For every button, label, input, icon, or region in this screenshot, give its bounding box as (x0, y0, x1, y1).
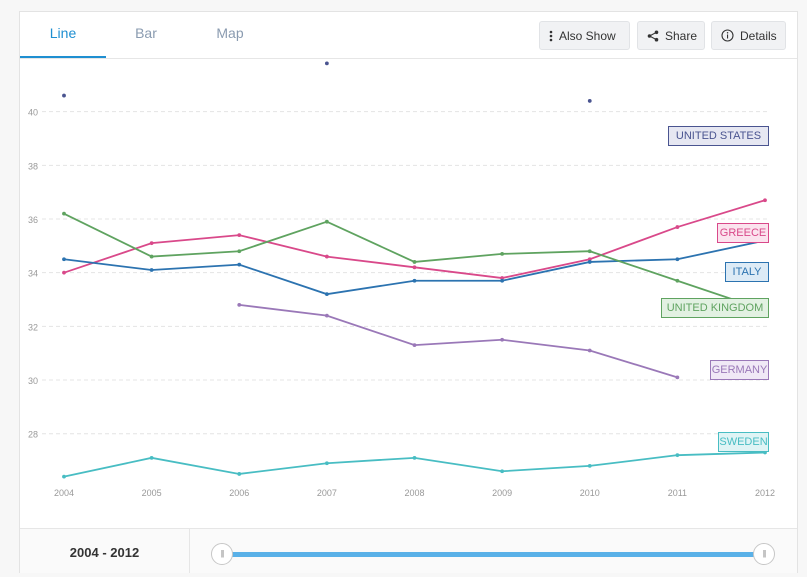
y-tick-label: 40 (28, 108, 38, 118)
data-point-united-kingdom (149, 254, 154, 259)
data-point-italy (500, 278, 505, 283)
data-point-greece (763, 198, 767, 203)
data-point-sweden (675, 453, 680, 458)
data-point-italy (412, 278, 417, 283)
legend-label-italy: ITALY (725, 262, 769, 282)
data-point-sweden (500, 469, 505, 474)
y-tick-label: 32 (28, 322, 38, 332)
x-tick-label: 2004 (54, 488, 74, 498)
data-point-united-states (324, 61, 329, 66)
data-point-united-kingdom (324, 219, 329, 224)
y-tick-label: 28 (28, 430, 38, 440)
x-tick-label: 2012 (755, 488, 775, 498)
data-point-sweden (62, 474, 66, 479)
data-point-greece (149, 241, 154, 246)
data-point-greece (62, 270, 66, 275)
data-point-united-kingdom (500, 251, 505, 256)
legend-label-united-kingdom: UNITED KINGDOM (661, 298, 769, 318)
data-point-germany (500, 337, 505, 342)
data-point-greece (237, 233, 242, 238)
range-start-handle[interactable]: ||| (211, 543, 233, 565)
legend-label-germany: GERMANY (710, 360, 769, 380)
legend-label-greece: GREECE (717, 223, 769, 243)
y-tick-label: 34 (28, 269, 38, 279)
data-point-united-kingdom (412, 260, 417, 264)
data-point-greece (324, 254, 329, 259)
data-point-united-states (62, 93, 66, 98)
data-point-united-kingdom (237, 249, 242, 254)
data-point-greece (412, 265, 417, 270)
data-point-italy (587, 260, 592, 264)
data-point-germany (237, 302, 242, 307)
y-tick-label: 38 (28, 161, 38, 171)
data-point-germany (587, 348, 592, 353)
x-tick-label: 2011 (668, 488, 687, 498)
x-tick-label: 2006 (229, 488, 249, 498)
data-point-sweden (237, 472, 242, 476)
data-point-italy (324, 292, 329, 297)
data-point-sweden (587, 463, 592, 468)
data-point-italy (675, 257, 680, 262)
data-point-united-states (587, 99, 592, 103)
time-range-track[interactable] (220, 552, 765, 557)
x-tick-label: 2009 (492, 488, 512, 498)
data-point-sweden (324, 461, 329, 466)
data-point-sweden (412, 455, 417, 460)
time-range-bar: 2004 - 2012 ||| ||| (20, 528, 797, 573)
data-point-united-kingdom (587, 249, 592, 254)
y-tick-label: 36 (28, 215, 38, 225)
x-tick-label: 2005 (142, 488, 162, 498)
data-point-greece (675, 225, 680, 229)
legend-label-sweden: SWEDEN (718, 432, 769, 452)
data-point-italy (237, 262, 242, 267)
data-point-germany (675, 375, 680, 380)
data-point-united-kingdom (62, 211, 66, 216)
chart-panel: Line Bar Map Also Show Share Details 28 … (19, 11, 798, 573)
series-line-germany (239, 303, 678, 379)
data-point-germany (324, 313, 329, 318)
time-range-label: 2004 - 2012 (20, 529, 190, 573)
data-point-sweden (149, 455, 154, 460)
x-tick-label: 2008 (404, 488, 424, 498)
data-point-germany (412, 343, 417, 348)
line-chart: 28 30 32 34 36 38 40 2004 2005 2006 2007 2008 2009 20… (28, 61, 775, 498)
data-point-united-kingdom (675, 278, 680, 283)
data-point-italy (149, 268, 154, 272)
data-point-italy (62, 257, 66, 262)
range-end-handle[interactable]: ||| (753, 543, 775, 565)
y-tick-label: 30 (28, 376, 38, 386)
x-tick-label: 2007 (317, 488, 337, 498)
legend-label-united-states: UNITED STATES (668, 126, 769, 146)
x-tick-label: 2010 (580, 488, 600, 498)
